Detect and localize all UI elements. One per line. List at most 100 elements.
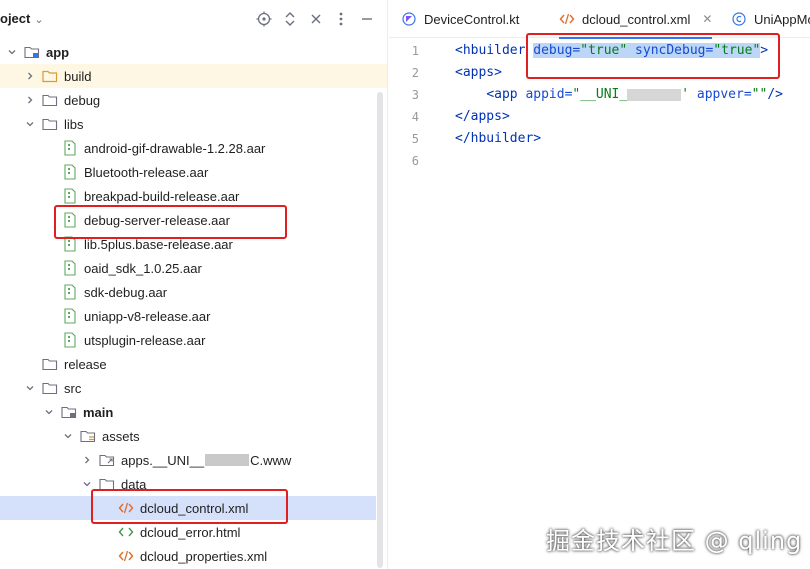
close-icon[interactable]: ✕	[702, 12, 712, 26]
tree-item-app[interactable]: app	[0, 40, 376, 64]
redacted-block	[205, 454, 250, 466]
xml-tag: >	[760, 43, 769, 58]
more-options-icon[interactable]	[332, 10, 350, 28]
tab-devicecontrol-kt[interactable]: DeviceControl.kt	[401, 0, 519, 38]
line-number: 4	[411, 110, 419, 124]
chevron-down-icon[interactable]	[24, 118, 36, 130]
chevron-right-icon[interactable]	[24, 94, 36, 106]
xml-tag: <apps>	[455, 65, 502, 80]
vertical-scrollbar[interactable]	[377, 92, 383, 568]
archive-file-icon	[62, 140, 78, 156]
tree-item-label: dcloud_error.html	[140, 524, 241, 540]
tree-item-aar[interactable]: android-gif-drawable-1.2.28.aar	[0, 136, 376, 160]
minimize-icon[interactable]	[358, 10, 376, 28]
folder-icon	[42, 68, 58, 84]
target-icon[interactable]	[255, 10, 273, 28]
tree-item-aar[interactable]: sdk-debug.aar	[0, 280, 376, 304]
tree-item-apps-www[interactable]: apps.__UNI__ C.www	[0, 448, 376, 472]
tree-item-main[interactable]: main	[0, 400, 376, 424]
tree-item-aar[interactable]: lib.5plus.base-release.aar	[0, 232, 376, 256]
archive-file-icon	[62, 236, 78, 252]
class-icon	[731, 11, 747, 27]
archive-file-icon	[62, 260, 78, 276]
close-all-icon[interactable]	[307, 10, 325, 28]
xml-value: '	[681, 87, 690, 102]
kotlin-file-icon	[401, 11, 417, 27]
xml-file-icon	[118, 548, 134, 564]
xml-attr: debug=	[533, 43, 581, 58]
tree-item-release[interactable]: release	[0, 352, 376, 376]
resources-folder-icon	[80, 428, 96, 444]
chevron-down-icon[interactable]	[62, 430, 74, 442]
archive-file-icon	[62, 284, 78, 300]
tree-item-debug[interactable]: debug	[0, 88, 376, 112]
tree-item-aar[interactable]: breakpad-build-release.aar	[0, 184, 376, 208]
tab-dcloud-control-xml[interactable]: dcloud_control.xml ✕	[559, 0, 713, 39]
archive-file-icon	[62, 188, 78, 204]
archive-file-icon	[62, 164, 78, 180]
tree-item-label: utsplugin-release.aar	[84, 332, 206, 348]
tree-item-assets[interactable]: assets	[0, 424, 376, 448]
tree-item-aar[interactable]: uniapp-v8-release.aar	[0, 304, 376, 328]
code-line-5: </hbuilder>	[455, 129, 541, 149]
tree-item-label: dcloud_properties.xml	[140, 548, 268, 564]
tree-item-label: breakpad-build-release.aar	[84, 188, 240, 204]
tree-item-label: libs	[64, 116, 84, 132]
tree-item-label: src	[64, 380, 82, 396]
xml-file-icon	[559, 11, 575, 27]
tree-item-aar-debug-server[interactable]: debug-server-release.aar	[0, 208, 376, 232]
chevron-right-icon[interactable]	[24, 70, 36, 82]
editor-tabs: DeviceControl.kt dcloud_control.xml ✕ Un…	[389, 0, 810, 39]
tree-item-dcloud-properties-xml[interactable]: dcloud_properties.xml	[0, 544, 376, 568]
chevron-down-icon[interactable]	[24, 382, 36, 394]
folder-name-suffix: C.www	[250, 452, 292, 468]
folder-icon	[42, 380, 58, 396]
tree-item-label: build	[64, 68, 92, 84]
tab-uniappmo[interactable]: UniAppMo	[731, 0, 810, 38]
line-number: 6	[411, 154, 419, 168]
xml-file-icon	[118, 500, 134, 516]
xml-tag: <app	[486, 87, 526, 102]
tree-item-label: apps.__UNI__ C.www	[121, 453, 291, 468]
xml-tag: />	[767, 87, 783, 102]
tree-item-dcloud-control-xml[interactable]: dcloud_control.xml	[0, 496, 376, 520]
chevron-down-icon[interactable]	[81, 478, 93, 490]
code-area[interactable]: <hbuilder debug="true" syncDebug="true">…	[455, 38, 810, 569]
folder-icon	[42, 356, 58, 372]
tree-item-data[interactable]: data	[0, 472, 376, 496]
archive-file-icon	[62, 332, 78, 348]
project-tool-window: oject ⌄ app build debug libs android-gif…	[0, 0, 388, 569]
module-folder-icon	[24, 44, 40, 60]
tree-item-aar[interactable]: Bluetooth-release.aar	[0, 160, 376, 184]
xml-attr: appid=	[525, 87, 573, 102]
tab-label: dcloud_control.xml	[582, 11, 691, 27]
tree-item-label: app	[46, 44, 70, 60]
tree-item-label: main	[83, 404, 114, 420]
xml-value: "true"	[713, 43, 761, 58]
tree-item-dcloud-error-html[interactable]: dcloud_error.html	[0, 520, 376, 544]
archive-file-icon	[62, 212, 78, 228]
xml-tag: </hbuilder>	[455, 131, 542, 146]
linked-folder-icon	[99, 452, 115, 468]
tree-item-src[interactable]: src	[0, 376, 376, 400]
tree-item-aar[interactable]: oaid_sdk_1.0.25.aar	[0, 256, 376, 280]
line-number-gutter: 1 2 3 4 5 6	[389, 38, 451, 569]
xml-attr: appver=	[696, 87, 752, 102]
chevron-down-icon[interactable]	[6, 46, 18, 58]
source-folder-icon	[61, 404, 77, 420]
project-view-selector[interactable]: oject ⌄	[0, 11, 44, 26]
tree-item-libs[interactable]: libs	[0, 112, 376, 136]
xml-value: "true"	[580, 43, 628, 58]
chevron-down-icon[interactable]	[43, 406, 55, 418]
tree-item-build[interactable]: build	[0, 64, 387, 88]
xml-tag: <hbuilder	[455, 43, 526, 58]
chevron-right-icon[interactable]	[81, 454, 93, 466]
xml-tag: </apps>	[455, 109, 510, 124]
folder-icon	[42, 116, 58, 132]
tree-item-aar[interactable]: utsplugin-release.aar	[0, 328, 376, 352]
expand-collapse-icon[interactable]	[281, 10, 299, 28]
tree-item-label: uniapp-v8-release.aar	[84, 308, 211, 324]
